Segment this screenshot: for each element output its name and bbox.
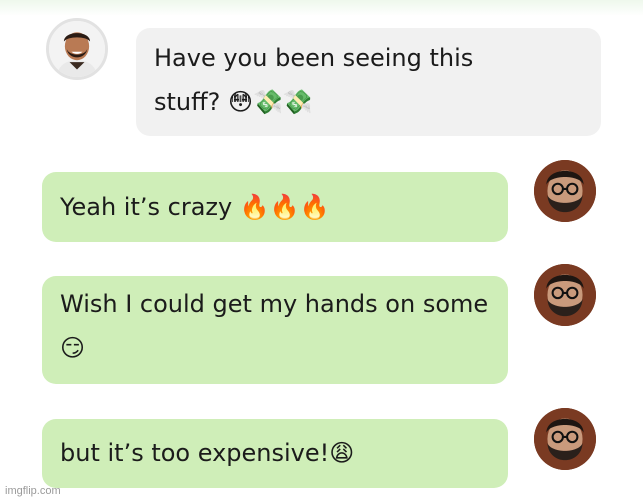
smiling-man-avatar-icon bbox=[49, 21, 105, 77]
message-line: Yeah it’s crazy 🔥🔥🔥 bbox=[60, 193, 330, 221]
message-line: 😏 bbox=[60, 334, 86, 362]
bearded-man-glasses-avatar-icon bbox=[534, 264, 596, 326]
message-bubble-incoming[interactable]: Have you been seeing this stuff? 😳💸💸 bbox=[136, 28, 601, 136]
message-bubble-outgoing[interactable]: Yeah it’s crazy 🔥🔥🔥 bbox=[42, 172, 508, 242]
user-avatar[interactable] bbox=[534, 160, 596, 222]
message-line: Wish I could get my hands on some bbox=[60, 290, 489, 318]
user-avatar[interactable] bbox=[534, 408, 596, 470]
top-fade-strip bbox=[0, 0, 643, 16]
message-bubble-outgoing[interactable]: Wish I could get my hands on some 😏 bbox=[42, 276, 508, 384]
message-line: but it’s too expensive!😩 bbox=[60, 439, 355, 467]
sender-avatar[interactable] bbox=[46, 18, 108, 80]
user-avatar[interactable] bbox=[534, 264, 596, 326]
bearded-man-glasses-avatar-icon bbox=[534, 408, 596, 470]
watermark: imgflip.com bbox=[5, 485, 61, 497]
message-bubble-outgoing[interactable]: but it’s too expensive!😩 bbox=[42, 419, 508, 488]
bearded-man-glasses-avatar-icon bbox=[534, 160, 596, 222]
message-line: stuff? 😳💸💸 bbox=[154, 88, 313, 116]
message-line: Have you been seeing this bbox=[154, 44, 474, 72]
